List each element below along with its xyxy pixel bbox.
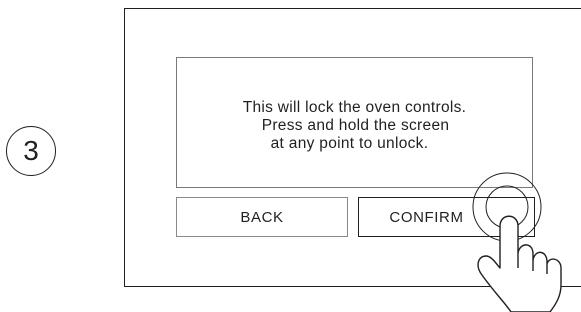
back-button-label: BACK: [240, 208, 284, 226]
step-number-badge: 3: [6, 126, 56, 176]
confirm-button[interactable]: CONFIRM: [358, 197, 535, 237]
back-button[interactable]: BACK: [176, 197, 348, 237]
message-line-3: at any point to unlock.: [270, 134, 429, 152]
message-line-2: Press and hold the screen: [261, 116, 450, 134]
step-number: 3: [23, 135, 39, 166]
lock-message-panel: This will lock the oven controls. Press …: [176, 57, 533, 188]
confirm-button-label: CONFIRM: [389, 208, 464, 226]
message-line-1: This will lock the oven controls.: [242, 98, 467, 116]
